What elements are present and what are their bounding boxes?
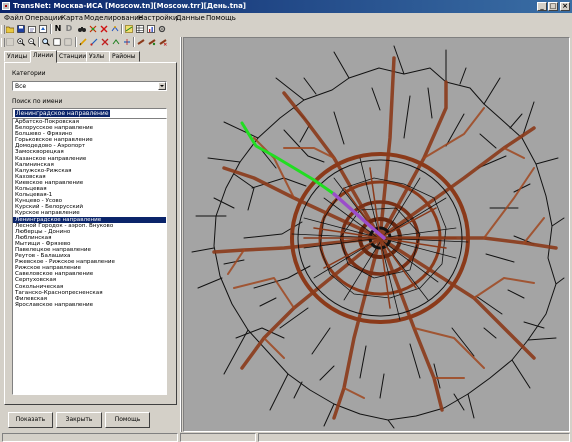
list-item[interactable]: Ярославское направление <box>13 302 166 308</box>
settings-icon[interactable] <box>157 24 167 34</box>
app-icon[interactable] <box>2 2 10 10</box>
pan-icon[interactable] <box>63 37 73 47</box>
search-label: Поиск по имени <box>12 98 63 105</box>
category-select[interactable]: Все <box>12 81 167 91</box>
link-split-icon[interactable] <box>122 37 132 47</box>
menu-bar: Файл Операции Карта Моделирование Настро… <box>0 13 572 23</box>
select-rect-icon[interactable] <box>52 37 62 47</box>
show-button[interactable]: Показать <box>8 412 53 428</box>
chart-icon[interactable] <box>146 24 156 34</box>
status-pane-3 <box>258 433 570 442</box>
category-label: Категории <box>12 70 46 77</box>
window-title: TransNet: Москва-ИСА [Moscow.tn][Moscow.… <box>13 2 246 10</box>
toolbar-separator <box>133 37 135 47</box>
menu-map[interactable]: Карта <box>61 14 83 22</box>
status-bar <box>0 432 572 442</box>
status-pane-2 <box>180 433 256 442</box>
lines-list[interactable]: Арбатско-Покровская Белорусское направлен… <box>12 118 167 395</box>
search-input[interactable]: Ленинградское направление <box>12 108 167 118</box>
tab-nodes[interactable]: Узлы <box>86 51 110 62</box>
menu-settings[interactable]: Настройки <box>138 14 178 22</box>
tab-stations[interactable]: Станции <box>56 51 87 62</box>
delete-link-icon[interactable] <box>100 37 110 47</box>
tab-streets[interactable]: Улицы <box>4 51 31 62</box>
menu-help[interactable]: Помощь <box>206 14 236 22</box>
status-pane-1 <box>2 433 178 442</box>
menu-file[interactable]: Файл <box>4 14 23 22</box>
link-route-icon[interactable] <box>111 37 121 47</box>
draw-line-icon[interactable] <box>78 37 88 47</box>
n-button[interactable]: N <box>53 24 63 34</box>
chevron-down-icon[interactable] <box>158 82 166 90</box>
menu-operations[interactable]: Операции <box>25 14 62 22</box>
zoom-extent-icon[interactable] <box>5 37 15 47</box>
help-button[interactable]: Помощь <box>105 412 150 428</box>
panel-splitter[interactable] <box>180 37 182 432</box>
magnifier-icon[interactable] <box>41 37 51 47</box>
network-edit-icon[interactable] <box>88 24 98 34</box>
close-button[interactable]: × <box>560 2 570 11</box>
minimize-button[interactable]: _ <box>537 2 547 11</box>
toolbar-separator <box>50 24 52 34</box>
import-icon[interactable] <box>27 24 37 34</box>
tab-districts[interactable]: Районы <box>109 51 140 62</box>
category-value: Все <box>15 83 27 90</box>
network-map[interactable] <box>183 37 570 432</box>
zoom-in-icon[interactable] <box>16 37 26 47</box>
title-bar[interactable]: TransNet: Москва-ИСА [Moscow.tn][Moscow.… <box>0 0 572 13</box>
layers-icon[interactable] <box>124 24 134 34</box>
edit-link-icon[interactable] <box>89 37 99 47</box>
save-icon[interactable] <box>16 24 26 34</box>
toolbar-separator <box>38 37 40 47</box>
network-delete-icon[interactable] <box>99 24 109 34</box>
table-icon[interactable] <box>135 24 145 34</box>
flow-edit-icon[interactable] <box>147 37 157 47</box>
menu-modeling[interactable]: Моделирование <box>84 14 143 22</box>
d-button[interactable]: D <box>64 24 74 34</box>
network-map-canvas[interactable] <box>184 38 569 431</box>
flow-display-icon[interactable] <box>136 37 146 47</box>
toolbar-separator <box>75 37 77 47</box>
main-window: TransNet: Москва-ИСА [Moscow.tn][Moscow.… <box>0 0 572 442</box>
binoculars-icon[interactable] <box>77 24 87 34</box>
toolbar-main: N D <box>0 23 220 36</box>
close-panel-button[interactable]: Закрыть <box>56 412 102 428</box>
menu-data[interactable]: Данные <box>176 14 205 22</box>
network-route-icon[interactable] <box>110 24 120 34</box>
toolbar-separator <box>121 24 123 34</box>
export-icon[interactable] <box>38 24 48 34</box>
tab-lines[interactable]: Линии <box>30 50 57 63</box>
maximize-button[interactable]: □ <box>548 2 558 11</box>
search-value: Ленинградское направление <box>15 110 110 117</box>
open-icon[interactable] <box>5 24 15 34</box>
zoom-out-icon[interactable] <box>27 37 37 47</box>
flow-delete-icon[interactable] <box>158 37 168 47</box>
